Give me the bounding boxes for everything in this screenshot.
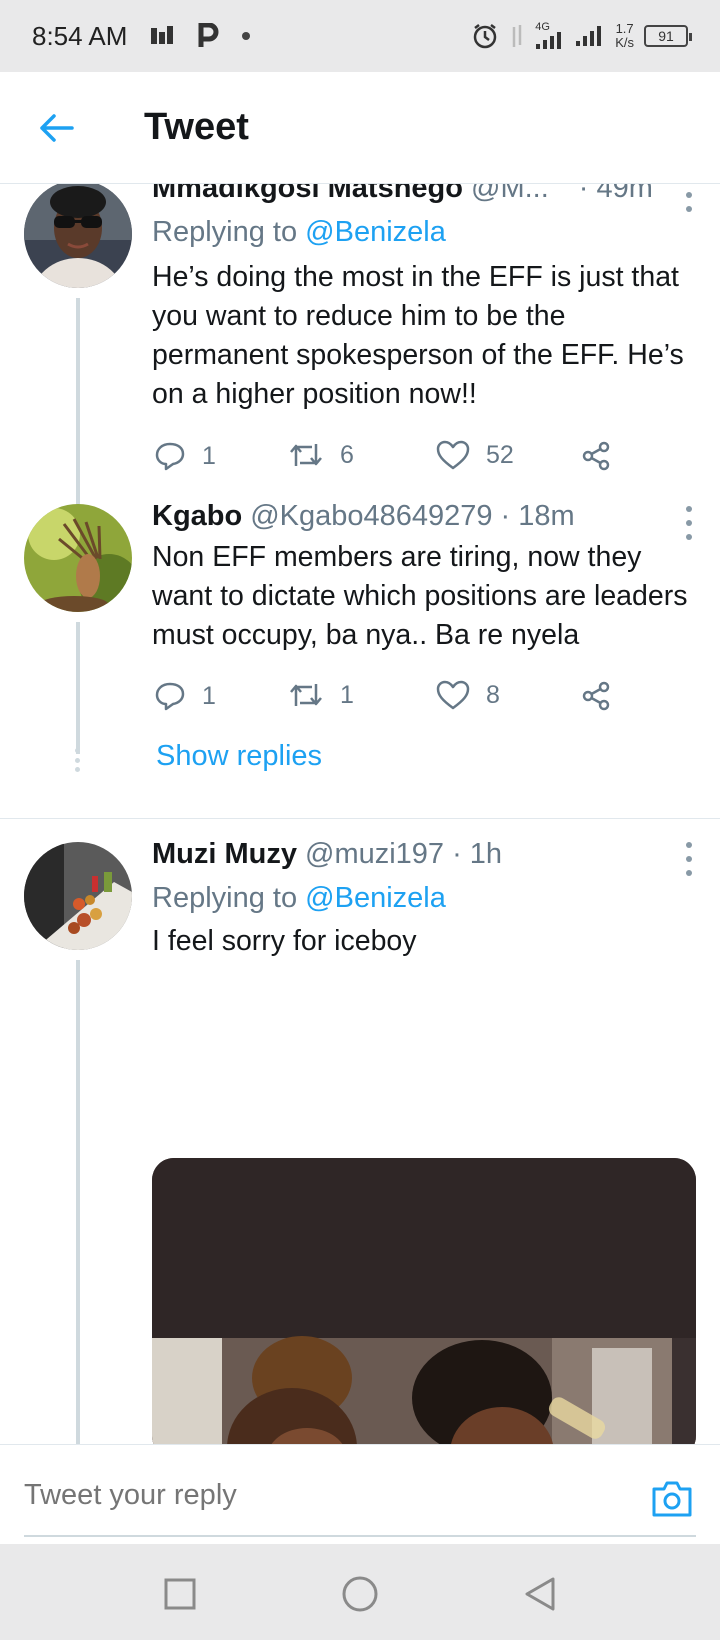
data-transfer-icon xyxy=(509,23,525,49)
like-button[interactable]: 8 xyxy=(436,680,500,710)
signal-bars-icon xyxy=(575,25,605,47)
more-options-icon[interactable] xyxy=(684,184,694,212)
battery-icon: 91 xyxy=(644,25,692,47)
reply-button[interactable]: 1 xyxy=(154,680,216,712)
thread-line xyxy=(76,298,80,512)
author-handle[interactable]: @Kgabo48649279 xyxy=(250,500,492,533)
heart-icon xyxy=(436,680,470,710)
replying-to-mention[interactable]: @Benizela xyxy=(305,216,446,248)
reply-tweet[interactable]: Kgabo @Kgabo48649279 · 18m Non EFF membe… xyxy=(0,500,720,804)
avatar[interactable] xyxy=(24,184,132,288)
page-title: Tweet xyxy=(144,106,249,148)
replying-to-label: Replying to xyxy=(152,882,298,914)
thread-line xyxy=(76,622,80,754)
avatar[interactable] xyxy=(24,504,132,612)
like-button[interactable]: 52 xyxy=(436,440,514,470)
top-app-bar: Tweet xyxy=(0,72,720,184)
retweet-button[interactable]: 1 xyxy=(288,680,354,710)
tweet-header: Mmadikgosi Matshego @M... · 49m xyxy=(152,184,696,212)
sim-card-icon xyxy=(149,24,175,48)
back-nav-button[interactable] xyxy=(520,1574,560,1614)
square-icon xyxy=(164,1578,196,1610)
author-name[interactable]: Kgabo xyxy=(152,500,242,533)
tweet-time: · 18m xyxy=(500,500,575,532)
alarm-icon xyxy=(471,22,499,50)
network-speed: 1.7 K/s xyxy=(615,22,634,50)
share-icon xyxy=(582,681,610,711)
reply-button[interactable]: 1 xyxy=(154,440,216,472)
retweet-icon xyxy=(290,684,322,706)
more-options-icon[interactable] xyxy=(684,842,694,876)
camera-button[interactable] xyxy=(650,1479,694,1519)
tweet-media-image[interactable] xyxy=(152,1158,696,1444)
tweet-time: · 1h xyxy=(452,838,503,870)
tweet-text: Non EFF members are tiring, now they wan… xyxy=(152,541,688,651)
reply-count: 1 xyxy=(202,681,216,710)
parking-app-icon xyxy=(197,23,219,49)
status-time: 8:54 AM xyxy=(32,20,128,51)
back-button[interactable] xyxy=(36,108,76,148)
share-icon xyxy=(582,441,610,471)
reply-icon xyxy=(155,442,185,471)
share-button[interactable] xyxy=(580,440,612,472)
more-options-icon[interactable] xyxy=(684,506,694,540)
status-bar: 8:54 AM 4G 1.7 K/s 91 xyxy=(0,0,720,72)
camera-icon xyxy=(652,1481,692,1517)
battery-level: 91 xyxy=(658,28,674,44)
tweet-actions: 1 6 52 xyxy=(152,440,632,480)
tweet-header: Muzi Muzy @muzi197 · 1h xyxy=(152,838,696,878)
recent-apps-button[interactable] xyxy=(160,1574,200,1614)
thread-line xyxy=(76,960,80,1444)
network-type: 4G xyxy=(535,21,550,33)
author-name[interactable]: Mmadikgosi Matshego xyxy=(152,184,463,205)
replying-to-label: Replying to xyxy=(152,216,298,248)
home-button[interactable] xyxy=(340,1574,380,1614)
tweet-reply-input[interactable] xyxy=(24,1479,584,1512)
replying-to-mention[interactable]: @Benizela xyxy=(305,882,446,914)
author-name[interactable]: Muzi Muzy xyxy=(152,838,297,871)
show-replies-link[interactable]: Show replies xyxy=(156,740,322,773)
reply-composer xyxy=(0,1444,720,1544)
triangle-back-icon xyxy=(525,1577,555,1611)
network-speed-unit: K/s xyxy=(615,35,634,50)
reply-input-underline xyxy=(24,1535,696,1537)
replying-to: Replying to @Benizela xyxy=(152,878,696,918)
retweet-icon xyxy=(290,444,322,466)
system-nav-bar xyxy=(0,1544,720,1640)
thread-continuation-dots xyxy=(75,748,81,772)
tweet-text: He’s doing the most in the EFF is just t… xyxy=(152,261,684,410)
avatar[interactable] xyxy=(24,842,132,950)
tweet-actions: 1 1 8 xyxy=(152,680,632,720)
retweet-count: 1 xyxy=(340,680,354,709)
reply-tweet[interactable]: Muzi Muzy @muzi197 · 1h Replying to @Ben… xyxy=(0,818,720,1444)
replying-to: Replying to @Benizela xyxy=(152,212,696,252)
retweet-count: 6 xyxy=(340,440,354,469)
reply-tweet[interactable]: Mmadikgosi Matshego @M... · 49m Replying… xyxy=(0,184,720,512)
author-handle[interactable]: @muzi197 xyxy=(305,838,444,871)
arrow-left-icon xyxy=(40,114,74,142)
tweet-header: Kgabo @Kgabo48649279 · 18m xyxy=(152,500,696,540)
network-speed-value: 1.7 xyxy=(615,21,634,36)
signal-4g-icon: 4G xyxy=(535,22,565,50)
reply-count: 1 xyxy=(202,441,216,470)
reply-icon xyxy=(155,682,185,711)
tweet-time: · 49m xyxy=(578,184,653,204)
tweet-feed[interactable]: Mmadikgosi Matshego @M... · 49m Replying… xyxy=(0,184,720,1444)
heart-icon xyxy=(436,440,470,470)
share-button[interactable] xyxy=(580,680,612,712)
tweet-text: I feel sorry for iceboy xyxy=(152,925,417,957)
like-count: 8 xyxy=(486,680,500,709)
circle-icon xyxy=(342,1576,378,1612)
retweet-button[interactable]: 6 xyxy=(288,440,354,470)
author-handle[interactable]: @M... xyxy=(471,184,549,205)
notification-dot-icon xyxy=(241,31,251,41)
like-count: 52 xyxy=(486,440,514,469)
